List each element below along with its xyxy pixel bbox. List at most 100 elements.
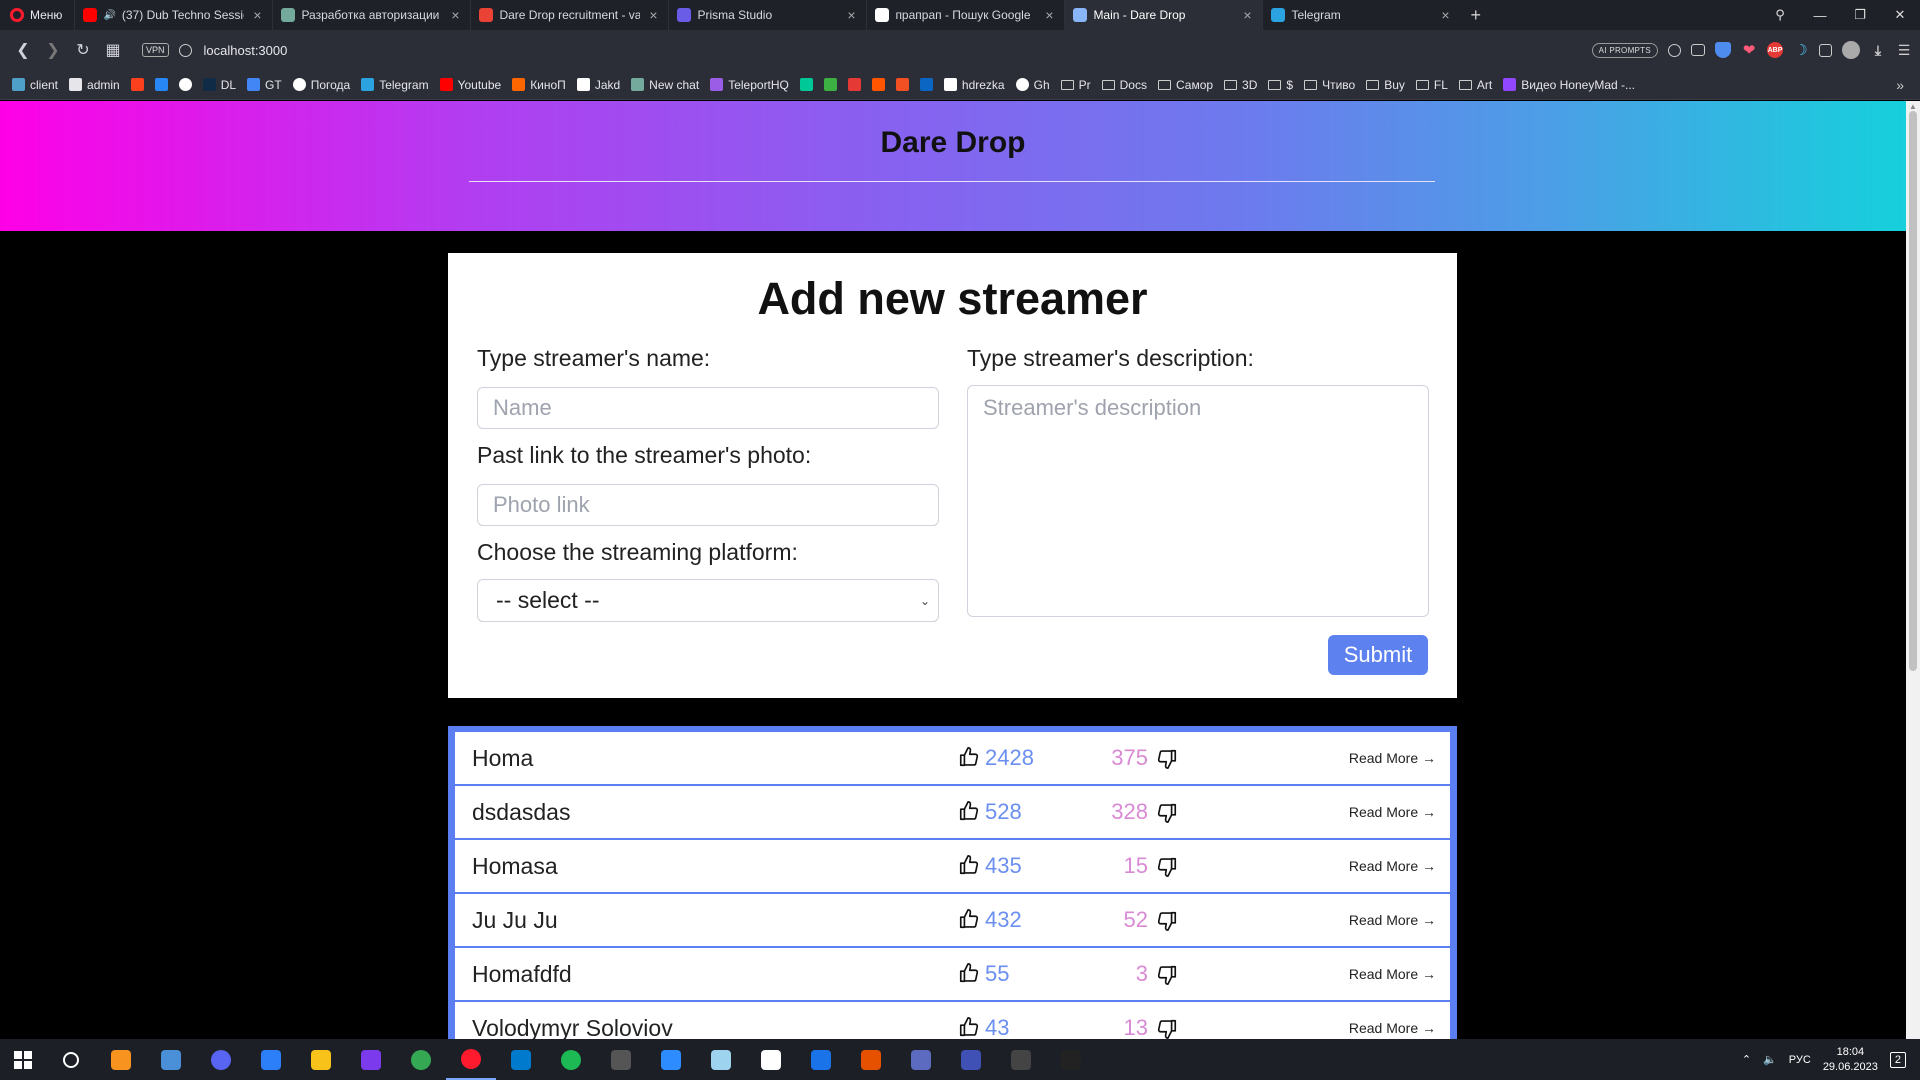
close-tab-icon[interactable]: × xyxy=(646,7,660,23)
taskbar-app[interactable] xyxy=(996,1039,1046,1080)
taskbar-app[interactable] xyxy=(246,1039,296,1080)
bookmark-item[interactable]: GT xyxy=(247,78,282,92)
photo-link-input[interactable] xyxy=(477,484,939,526)
bookmark-item[interactable]: hdrezka xyxy=(943,78,1005,92)
bookmark-item[interactable]: Видео HoneyMad -... xyxy=(1503,78,1635,92)
taskbar-app[interactable] xyxy=(546,1039,596,1080)
crescent-icon[interactable]: ☽ xyxy=(1793,42,1809,59)
scrollbar-thumb[interactable] xyxy=(1909,111,1917,671)
bookmark-item[interactable] xyxy=(154,78,168,91)
taskbar-app[interactable] xyxy=(396,1039,446,1080)
read-more-link[interactable]: Read More → xyxy=(1349,858,1436,874)
bookmark-item[interactable]: Jakd xyxy=(576,78,620,92)
browser-tab[interactable]: Dare Drop recruitment - va × xyxy=(470,0,668,30)
thumbs-down-icon[interactable] xyxy=(1156,910,1178,932)
new-tab-button[interactable]: + xyxy=(1460,5,1491,26)
bookmark-item[interactable]: КиноП xyxy=(512,78,566,92)
bookmark-item[interactable]: Telegram xyxy=(361,78,429,92)
taskbar-app[interactable] xyxy=(346,1039,396,1080)
close-tab-icon[interactable]: × xyxy=(1042,7,1056,23)
thumbs-up-icon[interactable] xyxy=(958,854,980,876)
taskbar-app[interactable] xyxy=(646,1039,696,1080)
thumbs-down-icon[interactable] xyxy=(1156,964,1178,986)
browser-tab[interactable]: Telegram × xyxy=(1262,0,1460,30)
taskbar-app[interactable] xyxy=(196,1039,246,1080)
forward-icon[interactable]: ❯ xyxy=(40,37,66,63)
browser-tab[interactable]: Prisma Studio × xyxy=(668,0,866,30)
read-more-link[interactable]: Read More → xyxy=(1349,750,1436,766)
bookmark-item[interactable] xyxy=(823,78,837,91)
maximize-button[interactable]: ❐ xyxy=(1840,7,1880,23)
bookmark-item[interactable]: Buy xyxy=(1366,78,1405,92)
bookmark-item[interactable] xyxy=(919,78,933,91)
thumbs-down-icon[interactable] xyxy=(1156,748,1178,770)
vpn-badge[interactable]: VPN xyxy=(142,43,169,57)
language-indicator[interactable]: РУС xyxy=(1789,1054,1811,1066)
cube-icon[interactable] xyxy=(1819,43,1832,57)
bookmark-item[interactable]: client xyxy=(12,78,58,92)
bookmark-item[interactable] xyxy=(847,78,861,91)
thumbs-up-icon[interactable] xyxy=(958,908,980,930)
bookmark-item[interactable]: admin xyxy=(69,78,120,92)
browser-tab[interactable]: 🔊 (37) Dub Techno Sessio × xyxy=(74,0,272,30)
thumbs-up-icon[interactable] xyxy=(958,746,980,768)
taskbar-app[interactable] xyxy=(796,1039,846,1080)
minimize-button[interactable]: — xyxy=(1800,8,1840,23)
bookmark-item[interactable] xyxy=(871,78,885,91)
bookmark-item[interactable]: TeleportHQ xyxy=(710,78,789,92)
thumbs-up-icon[interactable] xyxy=(958,1016,980,1038)
taskbar-app[interactable] xyxy=(296,1039,346,1080)
browser-tab[interactable]: Main - Dare Drop × xyxy=(1064,0,1263,30)
bookmark-item[interactable]: Docs xyxy=(1101,78,1147,92)
thumbs-down-icon[interactable] xyxy=(1156,802,1178,824)
read-more-link[interactable]: Read More → xyxy=(1349,804,1436,820)
bookmark-item[interactable]: Gh xyxy=(1015,78,1050,92)
windows-start-button[interactable] xyxy=(0,1039,46,1080)
thumbs-up-icon[interactable] xyxy=(958,962,980,984)
lens-icon[interactable] xyxy=(1668,43,1681,57)
bookmark-item[interactable]: Youtube xyxy=(439,78,501,92)
bookmark-item[interactable]: $ xyxy=(1268,78,1293,92)
bookmark-item[interactable]: Самор xyxy=(1157,78,1213,92)
easy-setup-icon[interactable]: ☰ xyxy=(1896,42,1912,58)
taskbar-app[interactable] xyxy=(1046,1039,1096,1080)
bookmark-item[interactable]: Погода xyxy=(292,78,350,92)
thumbs-up-icon[interactable] xyxy=(958,800,980,822)
browser-tab[interactable]: прапрап - Пошук Google × xyxy=(866,0,1064,30)
bookmark-item[interactable] xyxy=(178,78,192,91)
browser-tab[interactable]: Разработка авторизации × xyxy=(272,0,470,30)
more-bookmarks-icon[interactable]: » xyxy=(1896,77,1904,93)
description-textarea[interactable] xyxy=(967,385,1429,617)
close-tab-icon[interactable]: × xyxy=(1438,7,1452,23)
taskbar-app[interactable] xyxy=(146,1039,196,1080)
bookmark-item[interactable]: Art xyxy=(1458,78,1492,92)
site-info-icon[interactable] xyxy=(178,43,192,57)
taskbar-app[interactable] xyxy=(896,1039,946,1080)
heart-icon[interactable]: ❤ xyxy=(1741,42,1757,59)
taskbar-app[interactable] xyxy=(746,1039,796,1080)
profile-avatar-icon[interactable] xyxy=(1842,41,1860,59)
reload-icon[interactable]: ↻ xyxy=(70,37,96,63)
taskbar-app[interactable] xyxy=(496,1039,546,1080)
opera-menu-button[interactable]: Меню xyxy=(0,0,74,30)
close-tab-icon[interactable]: × xyxy=(1240,7,1254,23)
tabs-grid-icon[interactable]: ▦ xyxy=(100,37,126,63)
adblock-icon[interactable]: ABP xyxy=(1767,42,1783,58)
bookmark-item[interactable] xyxy=(895,78,909,91)
taskbar-app[interactable] xyxy=(596,1039,646,1080)
thumbs-down-icon[interactable] xyxy=(1156,856,1178,878)
camera-icon[interactable] xyxy=(1691,44,1705,56)
thumbs-down-icon[interactable] xyxy=(1156,1018,1178,1039)
platform-select[interactable]: -- select -- ⌄ xyxy=(477,579,939,622)
close-tab-icon[interactable]: × xyxy=(250,7,264,23)
taskbar-app[interactable] xyxy=(946,1039,996,1080)
ai-prompts-button[interactable]: AI PROMPTS xyxy=(1591,42,1658,58)
tray-expand-icon[interactable]: ⌃ xyxy=(1742,1053,1751,1066)
bookmark-item[interactable]: FL xyxy=(1415,78,1448,92)
taskbar-app[interactable] xyxy=(46,1039,96,1080)
search-tabs-icon[interactable]: ⚲ xyxy=(1760,7,1800,23)
bookmark-item[interactable]: Чтиво xyxy=(1304,78,1355,92)
read-more-link[interactable]: Read More → xyxy=(1349,912,1436,928)
scroll-up-icon[interactable]: ▲ xyxy=(1909,102,1917,111)
bookmark-item[interactable]: DL xyxy=(202,78,236,92)
